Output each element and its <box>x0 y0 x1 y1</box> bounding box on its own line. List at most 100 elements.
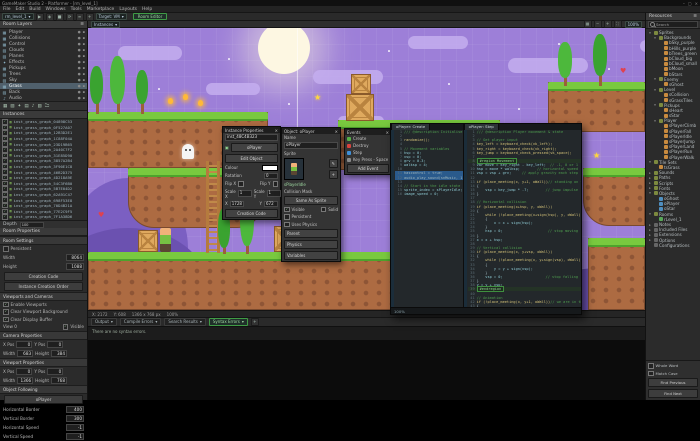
menu-item[interactable]: Windows <box>46 7 66 12</box>
output-tab[interactable]: Syntax Errors ▾ <box>208 318 248 326</box>
event-row[interactable]: Create <box>345 135 391 142</box>
menu-item[interactable]: Tools <box>71 7 82 12</box>
follow-target-button[interactable]: oPlayer <box>4 394 83 404</box>
document-tab[interactable]: Room Editor <box>132 13 168 20</box>
ground-platform[interactable] <box>588 238 645 310</box>
toolbar-icon-button[interactable]: + <box>85 12 94 21</box>
toolbar-icon-button[interactable]: ≡ <box>75 12 84 21</box>
ground-platform[interactable] <box>88 252 415 310</box>
whole-word-checkbox[interactable] <box>648 363 654 369</box>
tree-arrow-icon[interactable]: ▸ <box>648 186 652 190</box>
tree-arrow-icon[interactable]: ▸ <box>648 223 652 227</box>
viewport-h-input[interactable]: 768 <box>51 376 68 384</box>
star-pickup[interactable]: ★ <box>593 152 600 160</box>
depth-input[interactable] <box>19 221 44 228</box>
menu-item[interactable]: File <box>3 7 11 12</box>
object-name-input[interactable]: oPlayer <box>284 142 338 149</box>
tree-arrow-icon[interactable]: ▸ <box>648 171 652 175</box>
maximize-button[interactable]: ▢ <box>688 1 692 6</box>
persistent-checkbox[interactable] <box>3 246 9 252</box>
v-border-input[interactable]: 300 <box>66 414 84 422</box>
tree-arrow-icon[interactable]: ▾ <box>653 103 657 107</box>
find-previous-button[interactable]: Find Previous <box>648 378 698 387</box>
variables-button[interactable]: Variables <box>284 251 338 260</box>
lock-icon[interactable]: ▪ <box>83 48 85 52</box>
crate[interactable] <box>346 94 374 121</box>
visible-checkbox[interactable] <box>284 206 290 212</box>
output-tab[interactable]: Compile Errors ▾ <box>119 318 162 326</box>
layer-tool-icon[interactable]: ▨ <box>10 104 14 109</box>
visibility-eye-icon[interactable]: ● <box>78 78 81 82</box>
close-button[interactable]: × <box>695 1 698 6</box>
visibility-eye-icon[interactable]: ● <box>78 36 81 40</box>
lock-icon[interactable]: ▪ <box>83 36 85 40</box>
visibility-eye-icon[interactable]: ● <box>78 60 81 64</box>
event-row[interactable]: Step <box>345 149 391 156</box>
object-editor-dialog[interactable]: Object: oPlayer × Name oPlayer Sprite ✎ +… <box>281 127 341 262</box>
room-dropdown[interactable]: rm_level_1 ▾ <box>2 13 34 20</box>
visibility-eye-icon[interactable]: ● <box>78 48 81 52</box>
add-event-button[interactable]: Add Event <box>347 164 389 173</box>
toolbar-icon-button[interactable]: ◈ <box>45 12 54 21</box>
camera-y-input[interactable]: 0 <box>47 340 64 348</box>
lock-icon[interactable]: ▪ <box>83 96 85 100</box>
new-sprite-icon[interactable]: + <box>328 169 338 179</box>
code-editor-window[interactable]: oPlayer: Create 1 /// @description Initi… <box>390 123 582 315</box>
tree-arrow-icon[interactable]: ▾ <box>653 77 657 81</box>
tree-arrow-icon[interactable]: ▾ <box>653 119 657 123</box>
edit-object-button[interactable]: Edit Object <box>225 153 278 163</box>
event-row[interactable]: Key Press - Space <box>345 156 391 163</box>
sprite-thumbnail[interactable] <box>284 157 304 180</box>
code-area-create[interactable]: 1 /// @description Initialise Player 2 3… <box>391 130 463 307</box>
instance-checkbox[interactable] <box>2 214 8 220</box>
camera-x-input[interactable]: 0 <box>16 340 33 348</box>
tree-arrow-icon[interactable]: ▾ <box>648 212 652 216</box>
tree-arrow-icon[interactable]: ▸ <box>648 228 652 232</box>
layer-tool-icon[interactable]: ▤ <box>24 104 28 109</box>
layer-tool-icon[interactable]: ▦ <box>3 104 7 109</box>
search-input[interactable]: Search <box>648 21 698 28</box>
menu-item[interactable]: Layouts <box>119 7 137 12</box>
flip-x-checkbox[interactable] <box>238 181 244 187</box>
event-row[interactable]: Destroy <box>345 142 391 149</box>
tree-arrow-icon[interactable]: ▸ <box>648 233 652 237</box>
rotation-input[interactable]: 0 <box>264 172 278 179</box>
lock-icon[interactable]: ▪ <box>83 90 85 94</box>
layer-select-dropdown[interactable]: Instances ▾ <box>91 20 121 28</box>
enable-views-checkbox[interactable] <box>3 301 9 307</box>
menu-icon[interactable]: ≡ <box>693 14 697 19</box>
layer-tool-icon[interactable]: ♪ <box>32 104 35 109</box>
collision-mask-button[interactable]: Same As Sprite <box>284 195 338 205</box>
close-icon[interactable]: × <box>335 129 338 134</box>
instance-properties-dialog[interactable]: Instance Properties × inst_48C4B323 ▣ oPla… <box>222 126 281 220</box>
colour-swatch[interactable] <box>262 164 278 171</box>
output-tab[interactable]: Search Results ▾ <box>164 318 206 326</box>
v-speed-input[interactable]: -1 <box>66 432 84 440</box>
instance-order-button[interactable]: Instance Creation Order <box>4 281 83 291</box>
visibility-eye-icon[interactable]: ● <box>78 96 81 100</box>
lock-icon[interactable]: ▪ <box>83 84 85 88</box>
tree-arrow-icon[interactable]: ▸ <box>648 181 652 185</box>
crate[interactable] <box>351 74 371 94</box>
lock-icon[interactable]: ▪ <box>83 54 85 58</box>
flip-y-checkbox[interactable] <box>272 181 278 187</box>
camera-h-input[interactable]: 384 <box>51 349 68 357</box>
asset-tree-item[interactable]: Configurations <box>646 243 700 248</box>
visibility-eye-icon[interactable]: ● <box>78 54 81 58</box>
star-pickup[interactable]: ★ <box>314 94 321 102</box>
canvas-view-icon[interactable]: − <box>593 20 602 28</box>
toolbar-icon-button[interactable]: ■ <box>55 12 64 21</box>
visibility-eye-icon[interactable]: ● <box>78 42 81 46</box>
minimize-button[interactable]: – <box>683 1 685 6</box>
canvas-view-icon[interactable]: + <box>603 20 612 28</box>
viewport-w-input[interactable]: 1366 <box>17 376 34 384</box>
tree-arrow-icon[interactable]: ▾ <box>653 36 657 40</box>
parent-button[interactable]: Parent <box>284 229 338 238</box>
tree-arrow-icon[interactable]: ▾ <box>648 191 652 195</box>
room-height-input[interactable]: 1088 <box>66 262 84 270</box>
menu-item[interactable]: Build <box>29 7 40 12</box>
instance-id-field[interactable]: inst_48C4B323 <box>225 134 278 141</box>
match-case-checkbox[interactable] <box>648 370 654 376</box>
events-dialog[interactable]: Events × Create Destroy Step Key Press - … <box>344 128 392 175</box>
floating-island[interactable] <box>583 168 645 226</box>
